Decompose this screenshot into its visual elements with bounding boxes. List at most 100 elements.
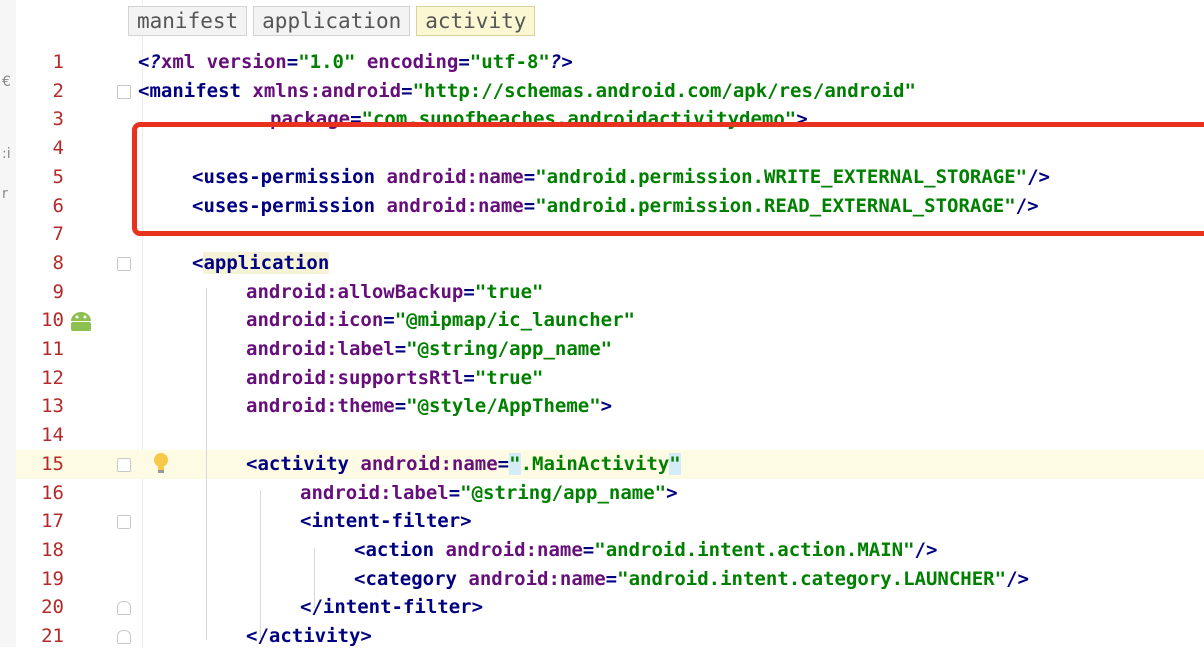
code-line[interactable]: 19 <category android:name="android.intent… xyxy=(16,565,1204,594)
code-line[interactable]: 14 xyxy=(16,421,1204,450)
line-number: 15 xyxy=(41,452,64,475)
code-token: android: xyxy=(246,395,338,418)
fold-marker-icon[interactable] xyxy=(117,84,131,99)
line-number: 1 xyxy=(52,51,64,73)
code-token: <activity xyxy=(246,452,361,475)
line-number: 20 xyxy=(41,596,64,619)
indent-guide xyxy=(314,548,315,608)
code-token: = xyxy=(383,309,395,332)
code-token: android: xyxy=(246,280,338,303)
lightbulb-icon[interactable] xyxy=(152,452,170,480)
strip-glyph: r xyxy=(2,186,8,202)
android-icon xyxy=(68,311,94,335)
code-token: theme xyxy=(337,395,395,418)
code-text[interactable]: </intent-filter> xyxy=(300,593,483,622)
indent-guide xyxy=(206,288,207,640)
breadcrumb-manifest[interactable]: manifest xyxy=(128,6,248,36)
code-line[interactable]: 1 <?xml version="1.0" encoding="utf-8"?> xyxy=(16,48,1204,77)
code-token: "android.intent.category.LAUNCHER" xyxy=(617,567,1007,590)
breadcrumb-activity[interactable]: activity xyxy=(416,6,536,36)
strip-glyph: :i xyxy=(2,146,11,162)
code-text[interactable]: android:allowBackup="true" xyxy=(246,278,543,307)
code-token: = xyxy=(458,51,470,73)
permission-highlight-box xyxy=(132,122,1204,236)
code-token: android: xyxy=(300,481,392,504)
fold-marker-icon[interactable] xyxy=(117,457,131,472)
line-number: 3 xyxy=(52,108,64,131)
code-token: "@style/AppTheme" xyxy=(406,395,601,418)
code-token: version xyxy=(206,51,287,73)
code-text[interactable]: android:theme="@style/AppTheme"> xyxy=(246,392,612,421)
code-line[interactable]: 11 android:label="@string/app_name" xyxy=(16,335,1204,364)
code-token: "utf-8" xyxy=(469,51,550,73)
code-token: label xyxy=(337,338,395,360)
code-text[interactable]: <application xyxy=(192,249,330,278)
line-number: 12 xyxy=(41,366,64,389)
code-token: ?> xyxy=(549,51,573,73)
code-token: = xyxy=(463,280,475,303)
code-token: > xyxy=(666,481,678,504)
fold-marker-icon[interactable] xyxy=(117,256,131,271)
breadcrumb-application[interactable]: application xyxy=(253,6,411,36)
code-token: "android.intent.action.MAIN" xyxy=(594,538,915,561)
code-line[interactable]: 10 android:icon="@mipmap/ic_launcher" xyxy=(16,306,1204,335)
line-number: 8 xyxy=(52,251,64,274)
code-token: <action xyxy=(354,538,446,561)
code-line[interactable]: 12 android:supportsRtl="true" xyxy=(16,364,1204,393)
code-token: = xyxy=(448,481,461,504)
code-line[interactable]: 13 android:theme="@style/AppTheme"> xyxy=(16,392,1204,421)
code-token: = xyxy=(401,79,413,102)
code-token: </intent-filter> xyxy=(300,596,484,619)
line-number: 10 xyxy=(41,309,64,332)
line-number: 6 xyxy=(52,194,64,217)
code-text[interactable]: <category android:name="android.intent.c… xyxy=(354,565,1029,594)
code-token: label xyxy=(391,481,449,504)
code-text[interactable]: <manifest xmlns:android="http://schemas.… xyxy=(138,77,916,106)
code-text[interactable]: <activity android:name=".MainActivity" xyxy=(246,450,681,479)
code-line[interactable]: 9 android:allowBackup="true" xyxy=(16,278,1204,307)
code-token: "@string/app_name" xyxy=(460,481,667,504)
code-line[interactable]: 2 <manifest xmlns:android="http://schemas… xyxy=(16,77,1204,106)
left-tool-strip: € :i r xyxy=(0,0,17,647)
code-token: </activity> xyxy=(246,625,372,647)
code-text[interactable]: android:icon="@mipmap/ic_launcher" xyxy=(246,306,635,335)
code-token: " xyxy=(669,452,681,475)
code-token: = xyxy=(394,395,407,418)
code-text[interactable]: <?xml version="1.0" encoding="utf-8"?> xyxy=(138,48,573,77)
code-token: name xyxy=(451,452,498,475)
code-text[interactable]: android:label="@string/app_name" xyxy=(246,335,612,364)
line-number: 7 xyxy=(52,223,64,246)
fold-marker-icon[interactable] xyxy=(117,630,131,644)
code-token: > xyxy=(600,395,613,418)
code-text[interactable]: <intent-filter> xyxy=(300,507,472,536)
code-token: allowBackup xyxy=(337,280,464,303)
code-text[interactable]: <action android:name="android.intent.act… xyxy=(354,536,937,565)
code-token: <intent-filter> xyxy=(300,510,472,533)
code-token: /> xyxy=(1006,567,1029,590)
code-line[interactable]: 17 <intent-filter> xyxy=(16,507,1204,536)
line-number: 2 xyxy=(52,79,64,102)
code-token: xml xyxy=(160,51,207,73)
code-token: = xyxy=(463,366,475,389)
code-token: "@mipmap/ic_launcher" xyxy=(394,309,635,332)
fold-marker-icon[interactable] xyxy=(117,601,131,616)
line-number: 16 xyxy=(41,481,64,504)
code-line[interactable]: 20 </intent-filter> xyxy=(16,593,1204,622)
code-text[interactable]: android:supportsRtl="true" xyxy=(246,364,543,393)
code-token: android: xyxy=(360,452,452,475)
code-line[interactable]: 8 <application xyxy=(16,249,1204,278)
code-line[interactable]: 15 <activity android:name=".MainActivity" xyxy=(16,449,1204,480)
fold-marker-icon[interactable] xyxy=(117,515,131,530)
code-line[interactable]: 16 android:label="@string/app_name"> xyxy=(16,479,1204,508)
code-text[interactable]: android:label="@string/app_name"> xyxy=(300,479,678,508)
code-token: <category xyxy=(354,567,469,590)
code-token: encoding xyxy=(355,51,459,73)
code-token: " xyxy=(509,452,521,475)
line-number: 5 xyxy=(52,165,64,188)
code-token: = xyxy=(394,338,407,360)
code-token: .MainActivity xyxy=(520,452,670,475)
code-token: android: xyxy=(445,538,538,561)
code-token: "@string/app_name" xyxy=(406,338,613,360)
code-line[interactable]: 18 <action android:name="android.intent.a… xyxy=(16,536,1204,565)
line-number: 17 xyxy=(41,510,64,533)
